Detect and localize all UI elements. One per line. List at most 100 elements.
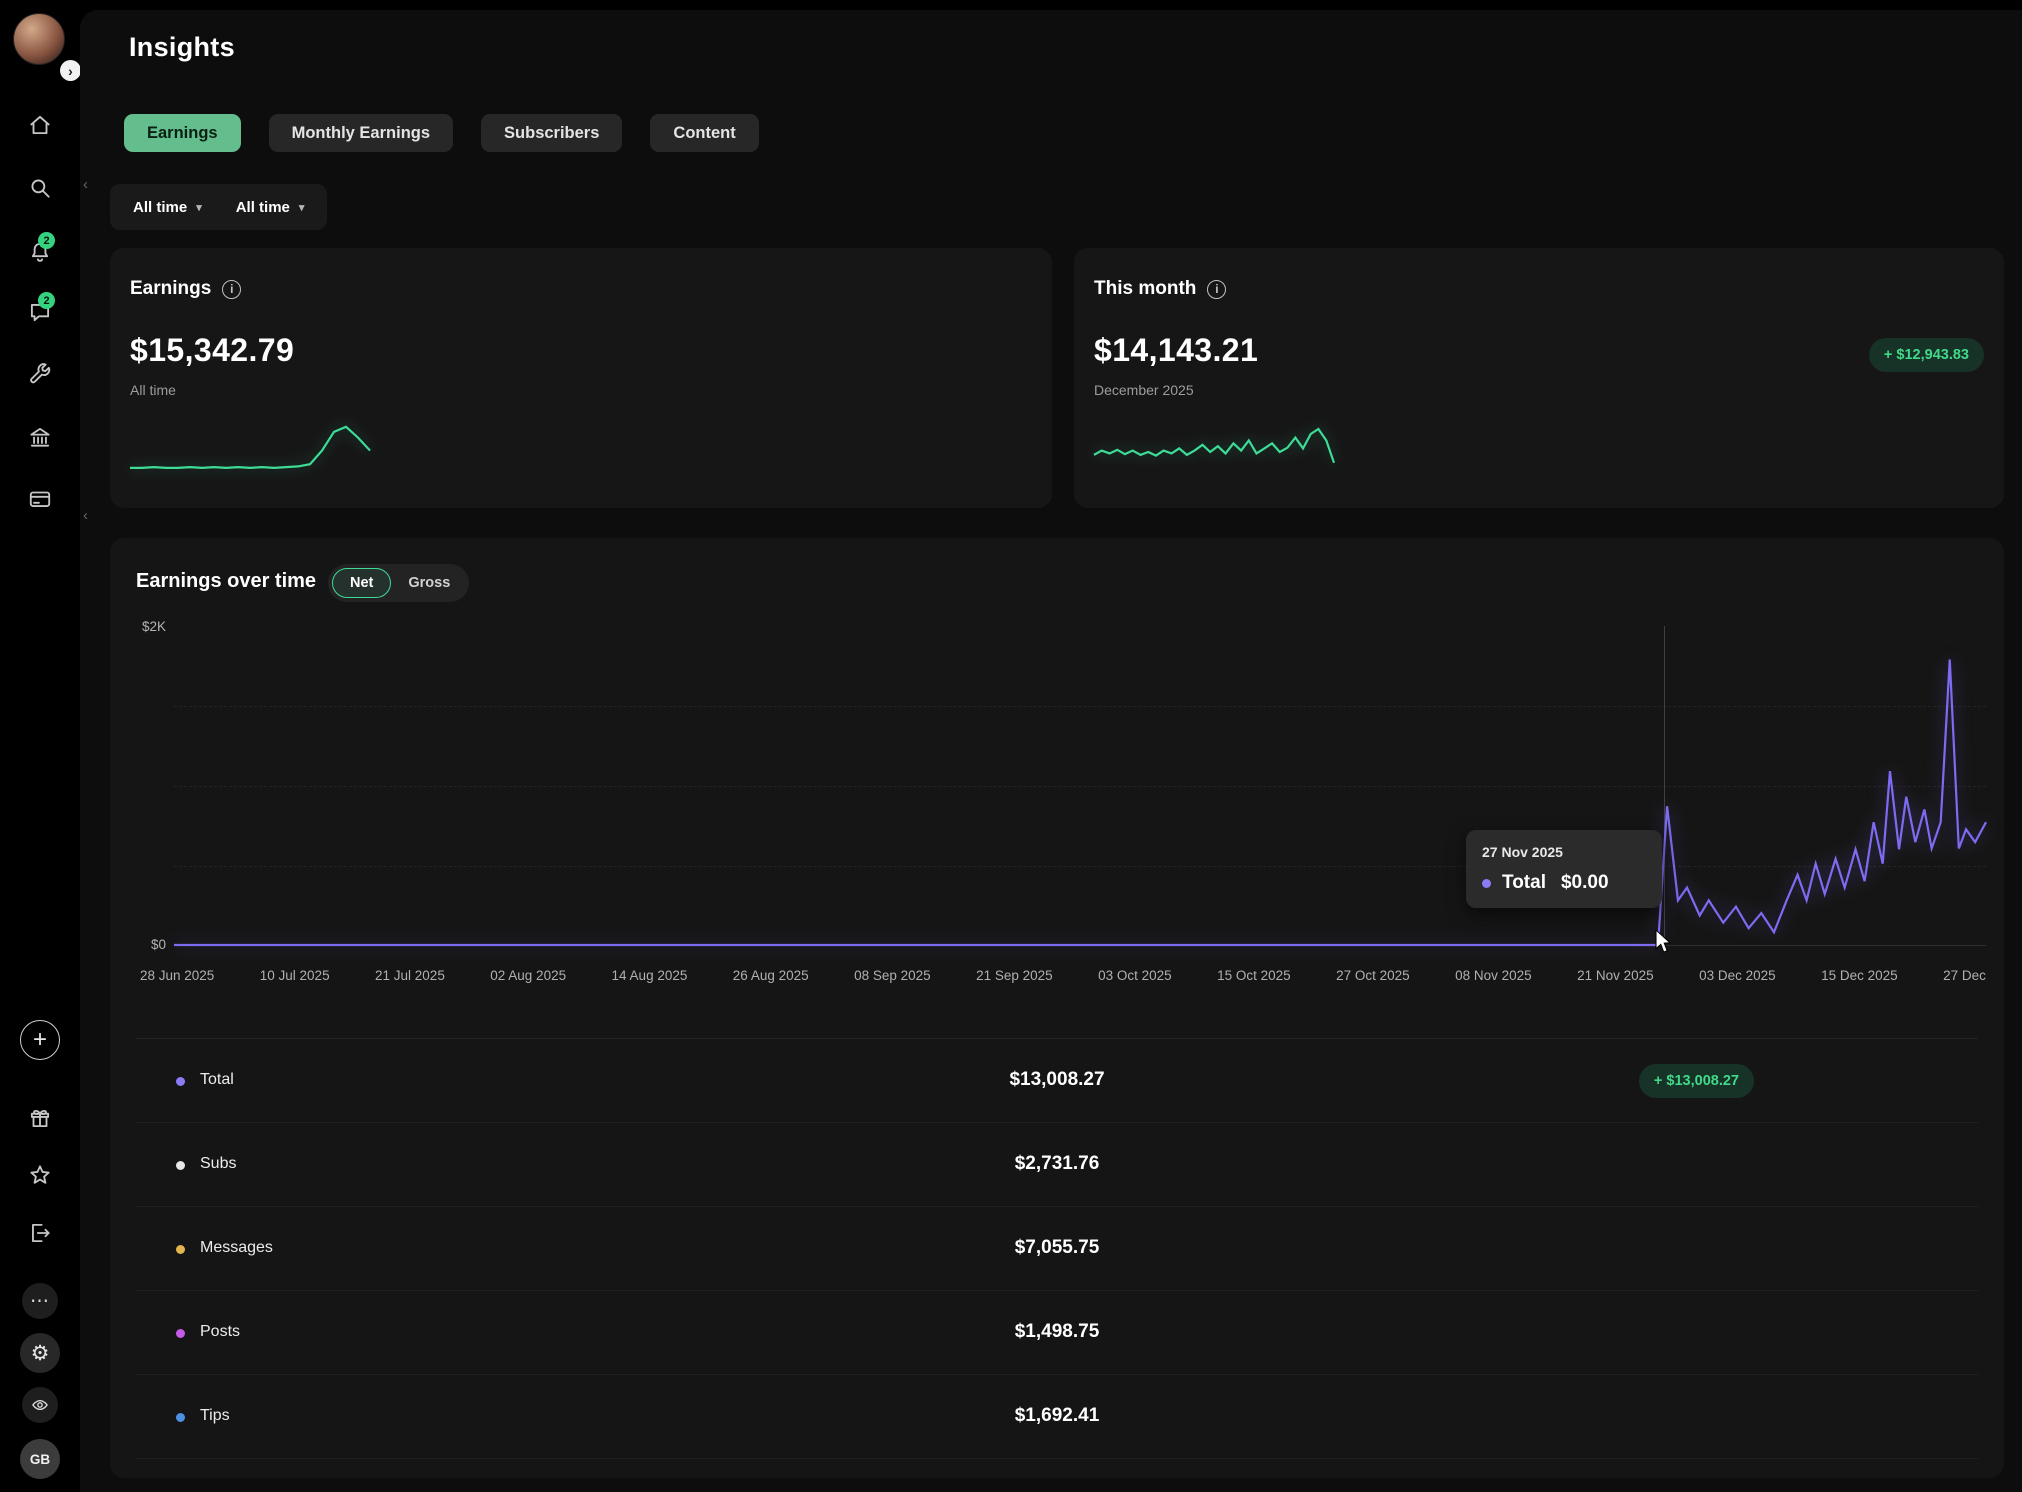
legend-value: $13,008.27 bbox=[1009, 1069, 1104, 1091]
secondary-range-dropdown[interactable]: All time ▾ bbox=[219, 184, 322, 230]
x-axis-label: 03 Dec 2025 bbox=[1699, 968, 1776, 983]
this-month-card: This month i $14,143.21 December 2025 + … bbox=[1074, 248, 2004, 508]
x-axis-label: 21 Jul 2025 bbox=[375, 968, 445, 983]
secondary-account-avatar[interactable]: GB bbox=[20, 1439, 60, 1479]
chart-plot-area[interactable]: 27 Nov 2025 Total $0.00 bbox=[174, 626, 1986, 946]
legend-row-messages[interactable]: Messages $7,055.75 bbox=[136, 1207, 1978, 1291]
y-axis-label-top: $2K bbox=[114, 619, 166, 634]
x-axis-label: 27 Dec bbox=[1943, 968, 1986, 983]
legend-label: Subs bbox=[200, 1155, 236, 1173]
card-title: Earnings i bbox=[130, 278, 241, 300]
tab-earnings[interactable]: Earnings bbox=[124, 114, 241, 152]
legend-label: Posts bbox=[200, 1323, 240, 1341]
more-options-button[interactable]: ⋯ bbox=[22, 1283, 58, 1319]
legend-value: $2,731.76 bbox=[1015, 1153, 1100, 1175]
filter-bar: All time ▾ All time ▾ bbox=[110, 184, 327, 230]
toggle-net[interactable]: Net bbox=[332, 568, 391, 598]
date-range-dropdown[interactable]: All time ▾ bbox=[116, 184, 219, 230]
page-title: Insights bbox=[129, 32, 235, 63]
net-gross-toggle: Net Gross bbox=[328, 564, 469, 602]
earnings-over-time-card: Earnings over time Net Gross $2K $0 27 N… bbox=[110, 538, 2004, 1478]
tab-subscribers[interactable]: Subscribers bbox=[481, 114, 622, 152]
home-icon[interactable] bbox=[27, 112, 53, 138]
info-icon[interactable]: i bbox=[1207, 280, 1226, 299]
total-delta-badge: + $13,008.27 bbox=[1639, 1064, 1754, 1098]
messages-count-badge: 2 bbox=[38, 292, 55, 309]
earnings-period: All time bbox=[130, 382, 176, 398]
panel-edge-chevron: ‹ bbox=[83, 176, 88, 193]
tooltip-series-name: Total bbox=[1502, 872, 1546, 894]
legend-dot bbox=[176, 1329, 185, 1338]
x-axis-label: 26 Aug 2025 bbox=[733, 968, 809, 983]
legend-dot bbox=[176, 1413, 185, 1422]
legend-value: $1,498.75 bbox=[1015, 1321, 1100, 1343]
bank-icon[interactable] bbox=[27, 424, 53, 450]
legend-value: $7,055.75 bbox=[1015, 1237, 1100, 1259]
this-month-sparkline bbox=[1094, 416, 1334, 488]
this-month-period: December 2025 bbox=[1094, 382, 1194, 398]
tab-content[interactable]: Content bbox=[650, 114, 758, 152]
notifications-count-badge: 2 bbox=[38, 232, 55, 249]
toggle-gross[interactable]: Gross bbox=[393, 575, 465, 591]
legend-dot bbox=[176, 1161, 185, 1170]
legend-label: Messages bbox=[200, 1239, 273, 1257]
x-axis-label: 21 Nov 2025 bbox=[1577, 968, 1654, 983]
tab-bar: Earnings Monthly Earnings Subscribers Co… bbox=[124, 114, 759, 152]
x-axis-label: 27 Oct 2025 bbox=[1336, 968, 1410, 983]
mouse-cursor bbox=[1654, 930, 1674, 954]
legend-row-tips[interactable]: Tips $1,692.41 bbox=[136, 1375, 1978, 1459]
legend-label: Total bbox=[200, 1071, 234, 1089]
app-root: › 2 2 + bbox=[0, 0, 2022, 1492]
earnings-amount: $15,342.79 bbox=[130, 332, 294, 369]
x-axis-label: 21 Sep 2025 bbox=[976, 968, 1053, 983]
tooltip-value: $0.00 bbox=[1561, 872, 1609, 894]
chart-tooltip: 27 Nov 2025 Total $0.00 bbox=[1466, 830, 1662, 908]
profile-avatar[interactable] bbox=[13, 13, 65, 65]
preview-eye-button[interactable] bbox=[22, 1387, 58, 1423]
tooltip-series-dot bbox=[1482, 879, 1491, 888]
this-month-delta-badge: + $12,943.83 bbox=[1869, 338, 1984, 372]
search-icon[interactable] bbox=[27, 175, 53, 201]
legend-row-total[interactable]: Total $13,008.27 + $13,008.27 bbox=[136, 1039, 1978, 1123]
tools-wrench-icon[interactable] bbox=[27, 361, 53, 387]
sidebar-expand-button[interactable]: › bbox=[60, 60, 81, 81]
chevron-right-icon: › bbox=[68, 63, 73, 79]
tab-monthly-earnings[interactable]: Monthly Earnings bbox=[269, 114, 453, 152]
gear-icon: ⚙ bbox=[31, 1341, 50, 1366]
this-month-amount: $14,143.21 bbox=[1094, 332, 1258, 369]
legend-dot bbox=[176, 1077, 185, 1086]
legend-row-subs[interactable]: Subs $2,731.76 bbox=[136, 1123, 1978, 1207]
x-axis-label: 15 Dec 2025 bbox=[1821, 968, 1898, 983]
card-wallet-icon[interactable] bbox=[27, 486, 53, 512]
legend-row-posts[interactable]: Posts $1,498.75 bbox=[136, 1291, 1978, 1375]
info-icon[interactable]: i bbox=[222, 280, 241, 299]
x-axis-label: 14 Aug 2025 bbox=[612, 968, 688, 983]
legend-value: $1,692.41 bbox=[1015, 1405, 1100, 1427]
chevron-down-icon: ▾ bbox=[196, 201, 202, 214]
settings-gear-button[interactable]: ⚙ bbox=[20, 1333, 60, 1373]
legend-dot bbox=[176, 1245, 185, 1254]
earnings-line-chart bbox=[174, 626, 1986, 945]
x-axis-label: 03 Oct 2025 bbox=[1098, 968, 1172, 983]
ellipsis-icon: ⋯ bbox=[30, 1290, 50, 1313]
x-axis-label: 08 Sep 2025 bbox=[854, 968, 931, 983]
panel-edge-chevron: ‹ bbox=[83, 507, 88, 524]
logout-icon[interactable] bbox=[27, 1220, 53, 1246]
star-icon[interactable] bbox=[27, 1162, 53, 1188]
y-axis-label-bottom: $0 bbox=[114, 937, 166, 952]
card-title: This month i bbox=[1094, 278, 1226, 300]
chart-legend-table: Total $13,008.27 + $13,008.27 Subs $2,73… bbox=[136, 1038, 1978, 1459]
plus-icon: + bbox=[33, 1026, 47, 1054]
x-axis-label: 15 Oct 2025 bbox=[1217, 968, 1291, 983]
chevron-down-icon: ▾ bbox=[299, 201, 305, 214]
create-new-button[interactable]: + bbox=[20, 1020, 60, 1060]
gift-icon[interactable] bbox=[27, 1105, 53, 1131]
tooltip-date: 27 Nov 2025 bbox=[1482, 844, 1646, 860]
x-axis-labels: 28 Jun 2025 10 Jul 2025 21 Jul 2025 02 A… bbox=[140, 968, 1986, 983]
main-panel: ‹ ‹ Insights Earnings Monthly Earnings S… bbox=[80, 10, 2022, 1492]
eye-icon bbox=[30, 1395, 50, 1415]
x-axis-label: 10 Jul 2025 bbox=[260, 968, 330, 983]
x-axis-label: 08 Nov 2025 bbox=[1455, 968, 1532, 983]
x-axis-label: 02 Aug 2025 bbox=[490, 968, 566, 983]
x-axis-label: 28 Jun 2025 bbox=[140, 968, 214, 983]
